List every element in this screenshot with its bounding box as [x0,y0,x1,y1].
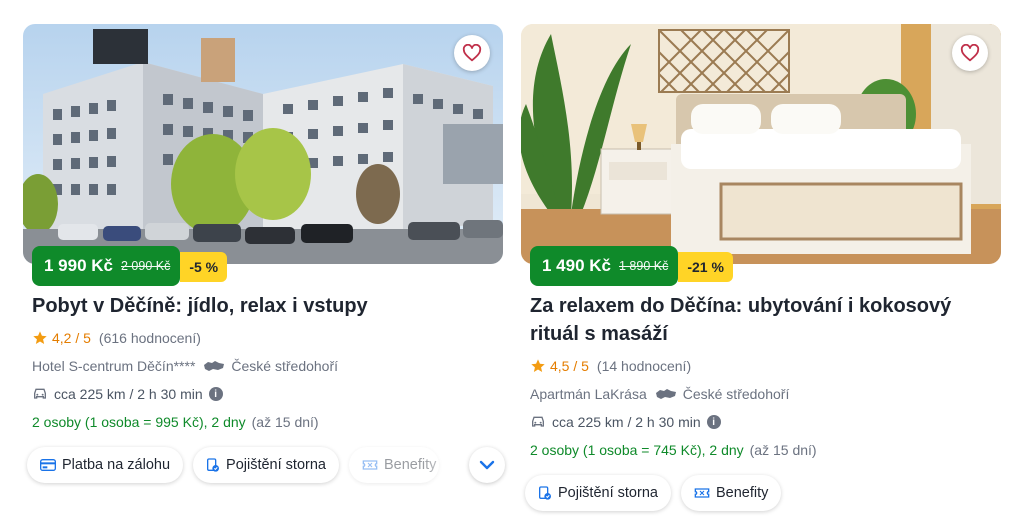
chevron-down-icon [479,460,495,470]
discount-badge: -5 % [180,252,228,282]
nights-range: (až 15 dní) [749,442,817,458]
chip-cancellation-insurance[interactable]: Pojištění storna [193,447,339,483]
distance-row: cca 225 km / 2 h 30 min i [32,383,503,405]
rating-row: 4,5 / 5 (14 hodnocení) [530,355,1001,377]
chip-benefits[interactable]: Benefity [680,475,782,511]
region-name: České středohoří [231,358,339,374]
price-box: 1 490 Kč 1 890 Kč [530,246,679,286]
distance-row: cca 225 km / 2 h 30 min i [530,411,1001,433]
offer-photo[interactable] [521,24,1001,264]
hotel-name: Hotel S-centrum Děčín**** [32,358,196,374]
heart-icon [960,44,980,62]
offer-photo[interactable] [23,24,503,264]
price-original: 2 090 Kč [121,259,171,273]
price-box: 1 990 Kč 2 090 Kč [32,246,181,286]
info-icon[interactable]: i [208,387,223,401]
chip-label: Benefity [715,485,769,501]
price-current: 1 990 Kč [44,256,113,275]
favorite-button[interactable] [952,35,988,71]
chip-label: Platba na zálohu [62,457,171,473]
price-tag: 1 490 Kč 1 890 Kč -21 % [530,246,733,286]
rating-value: 4,5 / 5 [550,358,589,374]
ticket-icon [694,488,710,498]
favorite-button[interactable] [454,35,490,71]
price-original: 1 890 Kč [619,259,669,273]
offer-title-line-1: Za relaxem do Děčína: ubytování i kokoso… [530,295,952,317]
insurance-icon [539,486,551,500]
offer-card-1[interactable]: 1 990 Kč 2 090 Kč -5 % Pobyt v Děčíně: j… [23,24,505,483]
chip-cancellation-insurance[interactable]: Pojištění storna [525,475,671,511]
hotel-building-photo [23,24,503,264]
offer-title[interactable]: Za relaxem do Děčína: ubytování i kokoso… [530,292,1001,348]
bedroom-photo [521,24,1001,264]
country-map-icon [655,389,676,399]
ticket-icon [362,460,378,470]
car-icon [532,416,544,427]
region-name: České středohoří [682,386,790,402]
persons-text: 2 osoby (1 osoba = 745 Kč), 2 dny [530,442,744,458]
country-map-icon [204,361,225,371]
region: České středohoří [203,358,338,374]
insurance-icon [207,458,220,472]
show-more-chips-button[interactable] [469,447,505,483]
persons-row: 2 osoby (1 osoba = 995 Kč), 2 dny (až 15… [32,411,503,433]
offer-card-2[interactable]: 1 490 Kč 1 890 Kč -21 % Za relaxem do Dě… [521,24,1001,511]
location-row: Hotel S-centrum Děčín**** České středoho… [32,355,503,377]
region: České středohoří [655,386,790,402]
info-icon[interactable]: i [706,415,721,429]
star-icon [531,359,545,372]
chip-deposit-payment[interactable]: Platba na zálohu [27,447,184,483]
location-row: Apartmán LaKrása České středohoří [530,383,1001,405]
rating-row: 4,2 / 5 (616 hodnocení) [32,327,503,349]
car-icon [34,388,46,399]
distance-text: cca 225 km / 2 h 30 min [552,414,701,430]
price-current: 1 490 Kč [542,256,611,275]
chip-label: Pojištění storna [558,485,658,501]
chip-label: Pojištění storna [226,457,326,473]
distance-text: cca 225 km / 2 h 30 min [54,386,203,402]
heart-icon [462,44,482,62]
price-tag: 1 990 Kč 2 090 Kč -5 % [32,246,228,286]
persons-text: 2 osoby (1 osoba = 995 Kč), 2 dny [32,414,246,430]
card-payment-icon [40,459,56,471]
offer-title-line-2: rituál s masáží [530,323,668,345]
offer-title[interactable]: Pobyt v Děčíně: jídlo, relax i vstupy [32,292,503,320]
feature-chips: Platba na zálohu Pojištění storna Benefi… [27,447,505,483]
persons-row: 2 osoby (1 osoba = 745 Kč), 2 dny (až 15… [530,439,1001,461]
hotel-name: Apartmán LaKrása [530,386,647,402]
nights-range: (až 15 dní) [251,414,319,430]
rating-value: 4,2 / 5 [52,330,91,346]
star-icon [33,331,47,344]
discount-badge: -21 % [678,252,733,282]
rating-count: (14 hodnocení) [596,358,692,374]
rating-count: (616 hodnocení) [98,330,201,346]
feature-chips: Pojištění storna Benefity [525,475,1001,511]
